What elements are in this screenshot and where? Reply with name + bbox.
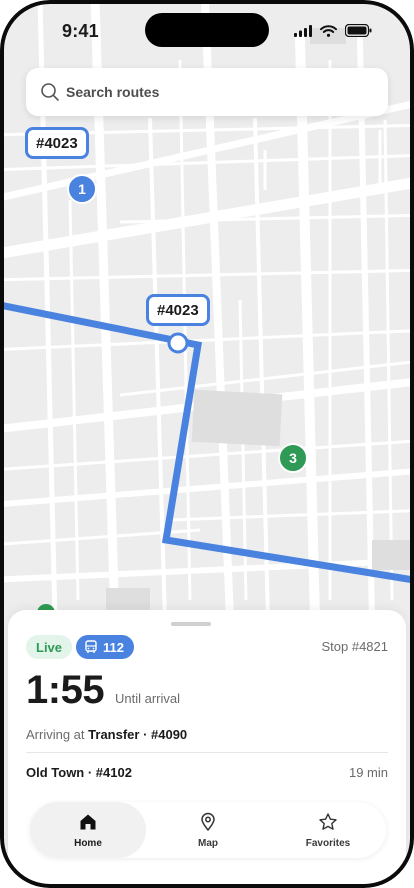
- star-icon: [319, 813, 337, 830]
- tab-favorites[interactable]: Favorites: [270, 802, 386, 858]
- map-pin-icon: [201, 812, 215, 831]
- search-icon: [41, 83, 59, 101]
- home-icon: [80, 814, 96, 830]
- arriving-stop: Transfer · #4090: [88, 727, 188, 742]
- status-time: 9:41: [62, 21, 99, 41]
- signal-icon: [294, 24, 312, 37]
- vehicle-route-label[interactable]: #4023: [146, 294, 210, 326]
- route-badge-label: 112: [103, 639, 124, 655]
- arriving-line: Arriving at Transfer · #4090: [26, 727, 187, 742]
- arriving-prefix: Arriving at: [26, 727, 85, 742]
- search-bar[interactable]: [26, 68, 388, 116]
- arrival-sheet[interactable]: Live 112 Stop #4821 1:55 Until arrival A…: [8, 610, 406, 884]
- next-stop-time: 19 min: [348, 765, 388, 780]
- sheet-grabber[interactable]: [171, 622, 211, 626]
- route-label[interactable]: #4023: [25, 127, 89, 159]
- stop-marker-1[interactable]: 1: [67, 174, 97, 204]
- dynamic-island: [145, 13, 269, 47]
- bus-icon: [85, 640, 97, 653]
- tab-home-label: Home: [74, 838, 102, 849]
- stop-id: Stop #4821: [321, 639, 388, 654]
- next-stop-name[interactable]: Old Town · #4102: [26, 765, 132, 780]
- eta-label: Until arrival: [115, 691, 181, 706]
- status-icons: [294, 24, 372, 37]
- divider: [26, 752, 388, 753]
- eta-time: 1:55: [26, 668, 105, 712]
- wifi-icon: [320, 24, 337, 37]
- live-badge: Live: [26, 635, 73, 659]
- battery-icon: [345, 24, 372, 37]
- tab-map[interactable]: Map: [150, 802, 266, 858]
- tab-bar: Home Map Favorites: [30, 802, 386, 858]
- tab-map-label: Map: [198, 838, 218, 849]
- status-bar: 9:41: [0, 0, 414, 62]
- phone-screen: #4023 #4023 1 3 9:41 Search routes Live …: [0, 0, 414, 888]
- tab-home[interactable]: Home: [30, 802, 146, 858]
- tab-favorites-label: Favorites: [305, 838, 351, 849]
- search-input[interactable]: [66, 78, 366, 106]
- stop-marker-3[interactable]: 3: [278, 443, 308, 473]
- route-badge[interactable]: 112: [76, 635, 134, 659]
